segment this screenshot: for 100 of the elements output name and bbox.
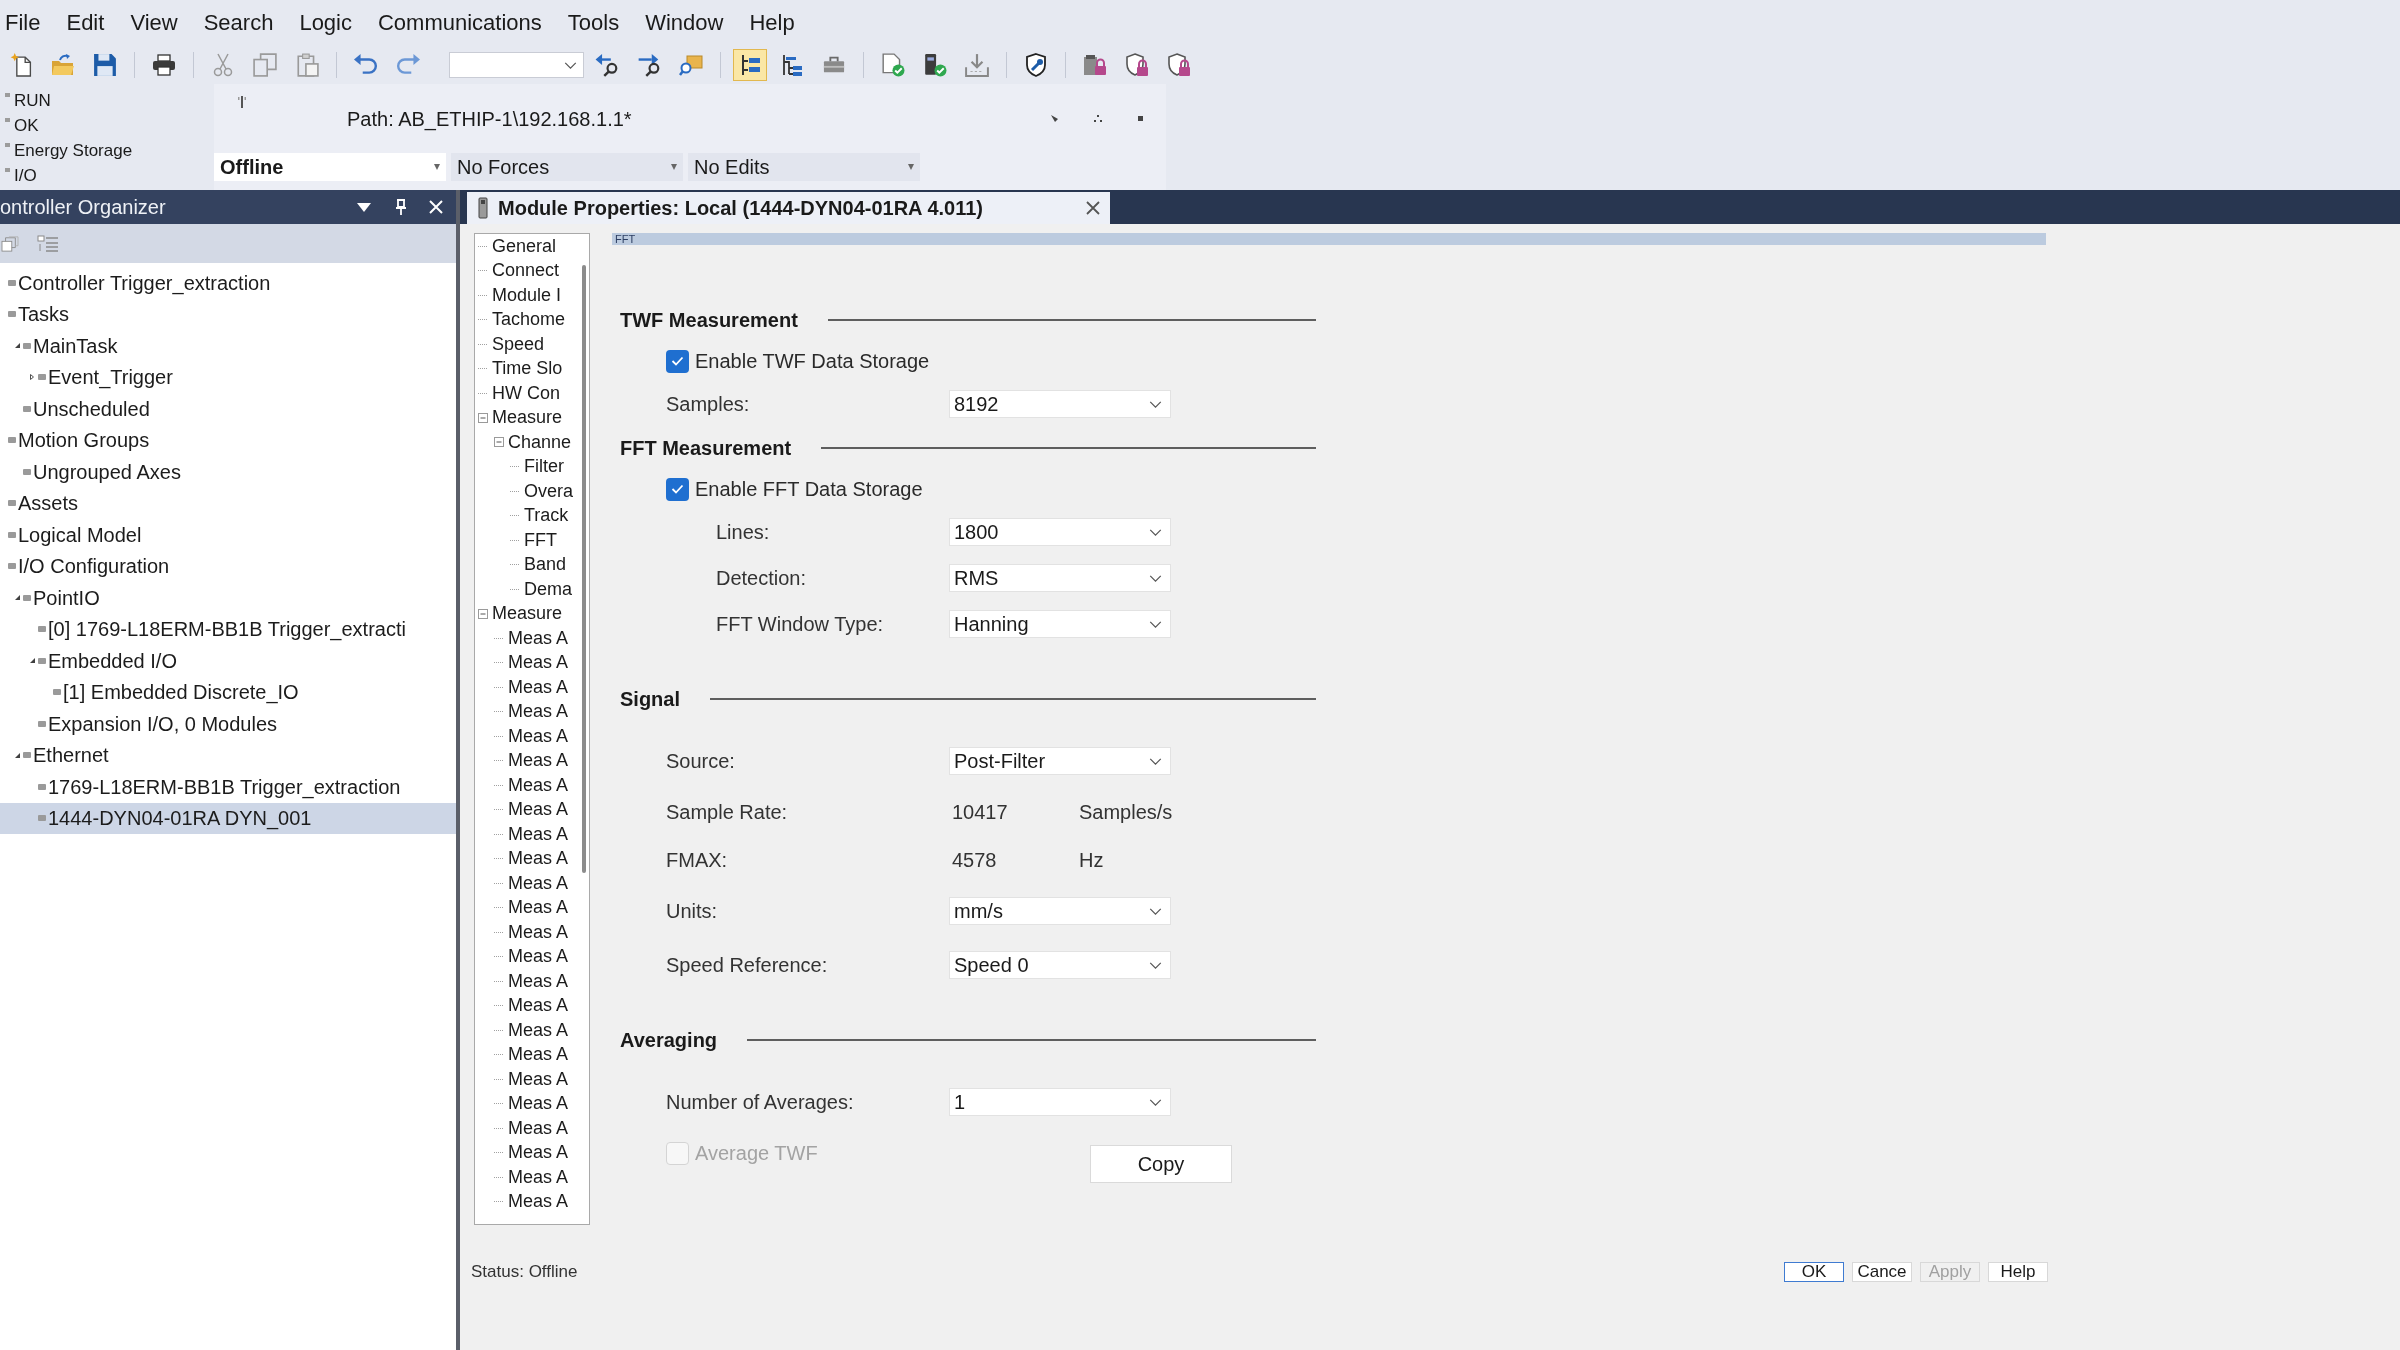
- nav-item[interactable]: Meas A: [475, 895, 579, 920]
- save-icon[interactable]: [93, 53, 117, 77]
- tree-item[interactable]: PointIO: [0, 582, 456, 614]
- dropdown[interactable]: Hanning: [949, 610, 1171, 638]
- print-icon[interactable]: [152, 53, 176, 77]
- caret-right-icon[interactable]: [30, 374, 34, 381]
- nav-item[interactable]: Band: [475, 552, 579, 577]
- nav-item[interactable]: Meas A: [475, 993, 579, 1018]
- undo-icon[interactable]: [354, 53, 378, 77]
- dropdown[interactable]: Post-Filter: [949, 747, 1171, 775]
- collapse-icon[interactable]: [494, 437, 504, 448]
- chevron-down-icon[interactable]: [1149, 620, 1162, 628]
- vertical-bar-icon[interactable]: [238, 96, 246, 108]
- scrollbar-thumb[interactable]: [582, 265, 586, 873]
- nav-item[interactable]: Meas A: [475, 1042, 579, 1067]
- nav-item[interactable]: Meas A: [475, 846, 579, 871]
- tree-item[interactable]: Tasks: [0, 298, 456, 330]
- shield-lock-icon[interactable]: [1167, 53, 1191, 77]
- small-caret-icon[interactable]: [434, 164, 440, 170]
- nav-item[interactable]: Meas A: [475, 1091, 579, 1116]
- nav-item[interactable]: Time Slo: [475, 356, 579, 381]
- tree-item[interactable]: Ungrouped Axes: [0, 456, 456, 488]
- tree-item[interactable]: Ethernet: [0, 739, 456, 771]
- status-dropdown[interactable]: Offline: [214, 153, 446, 181]
- tree-item[interactable]: Motion Groups: [0, 424, 456, 456]
- search-folder-icon[interactable]: [679, 53, 703, 77]
- dialog-button[interactable]: Cance: [1852, 1262, 1912, 1282]
- status-dropdown[interactable]: No Forces: [451, 153, 683, 181]
- nav-item[interactable]: Filter: [475, 454, 579, 479]
- collapse-icon[interactable]: [478, 412, 488, 423]
- small-caret-icon[interactable]: [908, 164, 914, 170]
- menu-item[interactable]: Tools: [564, 8, 623, 38]
- tree-item[interactable]: I/O Configuration: [0, 550, 456, 582]
- nav-item[interactable]: Meas A: [475, 944, 579, 969]
- new-file-icon[interactable]: [9, 53, 33, 77]
- dropdown[interactable]: 1: [949, 1088, 1171, 1116]
- tree-item[interactable]: [0] 1769-L18ERM-BB1B Trigger_extracti: [0, 613, 456, 645]
- nav-item[interactable]: Meas A: [475, 1189, 579, 1214]
- nav-item[interactable]: Measure: [475, 405, 579, 430]
- nav-item[interactable]: Meas A: [475, 822, 579, 847]
- nav-item[interactable]: Meas A: [475, 920, 579, 945]
- chevron-down-icon[interactable]: [1149, 961, 1162, 969]
- tree-item[interactable]: Unscheduled: [0, 393, 456, 425]
- open-folder-icon[interactable]: [51, 53, 75, 77]
- nav-item[interactable]: Module I: [475, 283, 579, 308]
- document-tab[interactable]: Module Properties: Local (1444-DYN04-01RA 4.011): [467, 192, 1110, 224]
- nav-item[interactable]: Tachome: [475, 307, 579, 332]
- nav-item[interactable]: Channe: [475, 430, 579, 455]
- nav-item[interactable]: Overa: [475, 479, 579, 504]
- dropdown[interactable]: mm/s: [949, 897, 1171, 925]
- nav-item[interactable]: Meas A: [475, 748, 579, 773]
- checkbox-label[interactable]: Enable TWF Data Storage: [695, 346, 930, 376]
- checkbox[interactable]: [666, 477, 689, 501]
- chevron-down-icon[interactable]: [1149, 400, 1162, 408]
- nav-item[interactable]: Dema: [475, 577, 579, 602]
- chevron-down-icon[interactable]: [1149, 574, 1162, 582]
- checkbox[interactable]: [666, 349, 689, 373]
- chevron-down-icon[interactable]: [564, 61, 577, 69]
- checkbox-label[interactable]: Enable FFT Data Storage: [695, 474, 923, 504]
- stacked-windows-icon[interactable]: [1, 235, 19, 252]
- hierarchy-icon[interactable]: [781, 54, 803, 76]
- arrow-left-search-icon[interactable]: [595, 53, 619, 77]
- close-icon[interactable]: [1086, 201, 1100, 215]
- tree-item[interactable]: 1444-DYN04-01RA DYN_001: [0, 802, 456, 834]
- arrow-right-search-icon[interactable]: [637, 53, 661, 77]
- tree-item[interactable]: MainTask: [0, 330, 456, 362]
- tree-item[interactable]: Assets: [0, 487, 456, 519]
- menu-item[interactable]: Edit: [63, 8, 108, 38]
- tree-list-icon[interactable]: [739, 54, 761, 76]
- tree-item[interactable]: Event_Trigger: [0, 361, 456, 393]
- nav-item[interactable]: Meas A: [475, 650, 579, 675]
- menu-item[interactable]: Logic: [296, 8, 355, 38]
- toggle-button[interactable]: [733, 49, 767, 81]
- nav-item[interactable]: Meas A: [475, 797, 579, 822]
- module-lock-icon[interactable]: [1083, 53, 1107, 77]
- dots-icon[interactable]: [1094, 115, 1102, 122]
- diagonal-arrow-icon[interactable]: [1051, 115, 1058, 122]
- nav-item[interactable]: Meas A: [475, 773, 579, 798]
- caret-down-icon[interactable]: [15, 752, 20, 758]
- nav-item[interactable]: Meas A: [475, 1018, 579, 1043]
- caret-down-icon[interactable]: [15, 595, 20, 601]
- dropdown[interactable]: RMS: [949, 564, 1171, 592]
- nav-item[interactable]: Meas A: [475, 724, 579, 749]
- nav-item[interactable]: Meas A: [475, 1165, 579, 1190]
- caret-down-icon[interactable]: [30, 658, 35, 664]
- device-check-icon[interactable]: [923, 53, 947, 77]
- nav-item[interactable]: Meas A: [475, 1116, 579, 1141]
- dropdown[interactable]: 1800: [949, 518, 1171, 546]
- nav-item[interactable]: General: [475, 234, 579, 259]
- tree-item[interactable]: Logical Model: [0, 519, 456, 551]
- dialog-button[interactable]: Help: [1988, 1262, 2048, 1282]
- menu-item[interactable]: View: [127, 8, 181, 38]
- chevron-down-icon[interactable]: [1149, 1098, 1162, 1106]
- download-icon[interactable]: [965, 53, 989, 77]
- nav-item[interactable]: Measure: [475, 601, 579, 626]
- dialog-button[interactable]: OK: [1784, 1262, 1844, 1282]
- collapse-icon[interactable]: [478, 608, 488, 619]
- list-view-icon[interactable]: [37, 234, 59, 253]
- paste-icon[interactable]: [295, 53, 319, 77]
- menu-item[interactable]: Help: [746, 8, 798, 38]
